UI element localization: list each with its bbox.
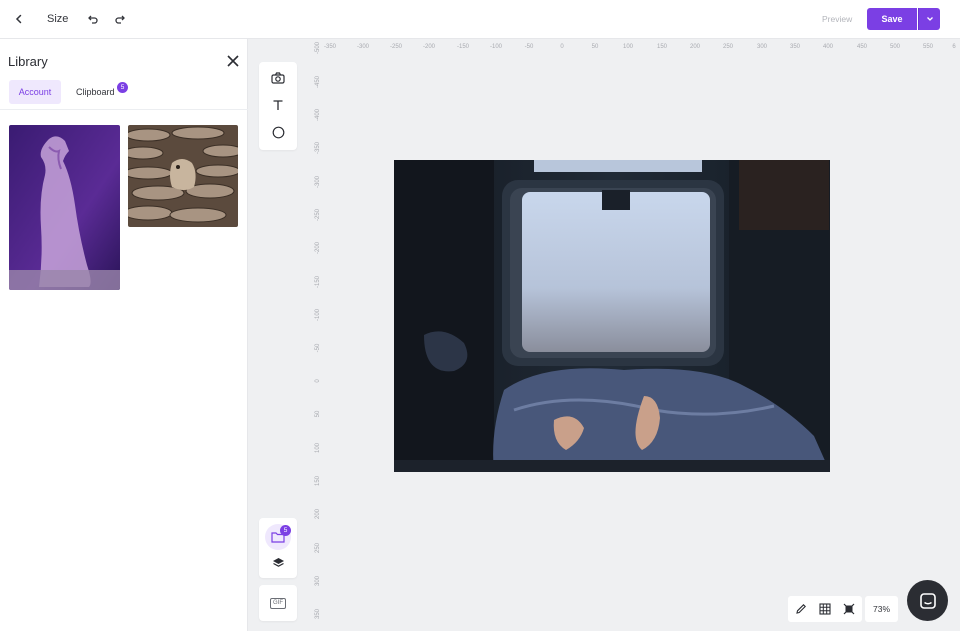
ruler-tick: -250 <box>315 209 321 222</box>
library-image-meerkat-purple[interactable] <box>9 125 120 290</box>
clipboard-count-badge: 5 <box>117 82 128 93</box>
back-icon[interactable] <box>10 10 28 28</box>
library-panel: Library Account Clipboard 5 <box>0 39 248 631</box>
save-button[interactable]: Save <box>867 8 917 30</box>
ruler-tick: -300 <box>356 44 370 50</box>
ruler-tick: -100 <box>315 309 321 322</box>
ruler-tick: 550 <box>922 44 934 50</box>
ruler-tick: -350 <box>323 44 337 50</box>
ruler-tick: 0 <box>560 44 564 50</box>
gif-button[interactable]: GIF <box>267 592 289 614</box>
ruler-tick: -200 <box>315 242 321 255</box>
ruler-tick: 250 <box>722 44 734 50</box>
camera-icon[interactable] <box>267 67 289 89</box>
ruler-tick: -300 <box>315 176 321 189</box>
view-controls <box>788 596 862 622</box>
text-icon[interactable] <box>267 94 289 116</box>
tab-clipboard[interactable]: Clipboard <box>73 80 118 104</box>
ruler-tick: 100 <box>622 44 634 50</box>
divider <box>0 109 248 110</box>
ruler-tick: 300 <box>756 44 768 50</box>
grid-icon[interactable] <box>814 598 836 620</box>
ruler-tick: -450 <box>315 76 321 89</box>
tab-account[interactable]: Account <box>9 80 61 104</box>
ruler-tick: 100 <box>315 443 321 454</box>
ruler-vertical: -500 -450 -400 -350 -300 -250 -200 -150 … <box>306 39 322 631</box>
ruler-tick: 50 <box>591 44 599 50</box>
gif-label: GIF <box>270 597 286 609</box>
ruler-horizontal: -350 -300 -250 -200 -150 -100 -50 0 50 1… <box>306 39 960 57</box>
library-title: Library <box>8 54 48 69</box>
ruler-tick: -400 <box>315 109 321 122</box>
ruler-tick: 250 <box>315 543 321 554</box>
ruler-tick: -100 <box>489 44 503 50</box>
top-bar: Size Preview Save <box>0 0 960 39</box>
ruler-tick: -500 <box>315 42 321 55</box>
ruler-tick: -200 <box>422 44 436 50</box>
ruler-tick: 500 <box>889 44 901 50</box>
ruler-tick: -250 <box>389 44 403 50</box>
size-label[interactable]: Size <box>47 13 68 25</box>
tab-clipboard-label: Clipboard <box>76 87 115 97</box>
ruler-tick: -350 <box>315 142 321 155</box>
fit-to-screen-icon[interactable] <box>838 598 860 620</box>
close-icon[interactable] <box>226 54 240 68</box>
ruler-tick: -150 <box>456 44 470 50</box>
ruler-tick: 150 <box>656 44 668 50</box>
chat-button[interactable] <box>907 580 948 621</box>
ruler-tick: 300 <box>315 576 321 587</box>
panels-toolbar: 5 <box>259 518 297 578</box>
ruler-tick: -50 <box>315 343 321 353</box>
ruler-tick: 50 <box>315 410 321 418</box>
zoom-level[interactable]: 73% <box>865 596 898 622</box>
save-options-button[interactable] <box>918 8 940 30</box>
ruler-tick: 150 <box>315 476 321 487</box>
add-element-toolbar <box>259 62 297 150</box>
chevron-down-icon <box>926 17 933 21</box>
layers-icon[interactable] <box>267 552 289 574</box>
ruler-tick: 350 <box>789 44 801 50</box>
ruler-tick: -50 <box>524 44 534 50</box>
chat-icon <box>919 592 936 609</box>
redo-icon[interactable] <box>111 10 129 28</box>
ruler-tick: 450 <box>856 44 868 50</box>
pencil-icon[interactable] <box>790 598 812 620</box>
ruler-tick: 6 <box>952 44 956 50</box>
library-image-meerkat-stones[interactable] <box>128 125 238 227</box>
folder-count-badge: 5 <box>280 525 291 536</box>
circle-icon[interactable] <box>267 121 289 143</box>
ruler-tick: 200 <box>689 44 701 50</box>
gif-toolbar: GIF <box>259 585 297 621</box>
canvas-image[interactable] <box>394 160 830 472</box>
preview-button[interactable]: Preview <box>822 14 852 24</box>
ruler-tick: -150 <box>315 276 321 289</box>
ruler-tick: 200 <box>315 509 321 520</box>
ruler-tick: 400 <box>822 44 834 50</box>
ruler-tick: 350 <box>315 609 321 620</box>
ruler-tick: 0 <box>315 379 321 383</box>
undo-icon[interactable] <box>84 10 102 28</box>
